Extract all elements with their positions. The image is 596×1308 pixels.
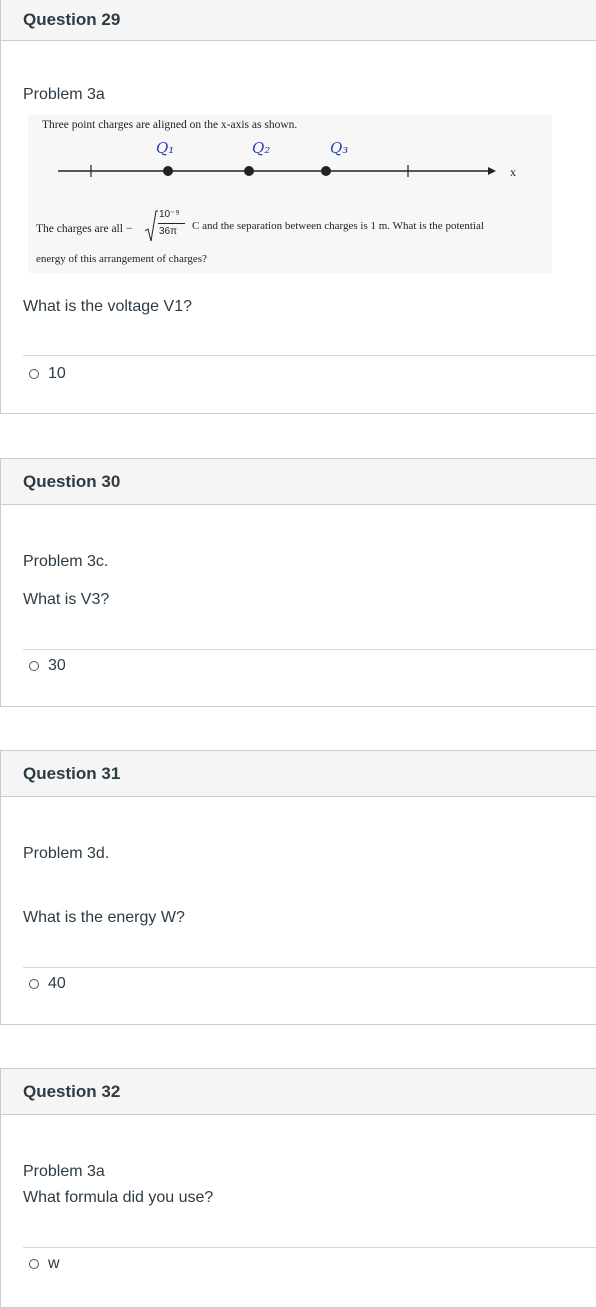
problem-figure: Three point charges are aligned on the x… bbox=[28, 115, 552, 273]
question-30: Question 30 Problem 3c. What is V3? 30 bbox=[0, 458, 596, 707]
answer-text: 30 bbox=[48, 657, 66, 674]
problem-label: Problem 3d. bbox=[23, 845, 110, 862]
question-prompt: What is V3? bbox=[23, 591, 110, 608]
charge-q2-label: Q₂ bbox=[252, 139, 271, 157]
question-32: Question 32 Problem 3a What formula did … bbox=[0, 1068, 596, 1308]
answer-option[interactable]: 10 bbox=[29, 365, 66, 383]
charge-q2-point bbox=[244, 166, 254, 176]
figure-body-line2: energy of this arrangement of charges? bbox=[36, 253, 207, 265]
radio-icon[interactable] bbox=[29, 1259, 39, 1269]
question-title: Question 32 bbox=[1, 1069, 596, 1115]
answer-divider bbox=[23, 967, 596, 968]
answer-option[interactable]: 40 bbox=[29, 975, 66, 993]
answer-text: w bbox=[48, 1255, 60, 1272]
radio-icon[interactable] bbox=[29, 369, 39, 379]
figure-body-start: The charges are all − bbox=[36, 223, 133, 235]
question-29: Question 29 Problem 3a Three point charg… bbox=[0, 0, 596, 414]
answer-divider bbox=[23, 649, 596, 650]
fraction-denominator: 36π bbox=[159, 226, 178, 237]
question-prompt: What is the energy W? bbox=[23, 909, 185, 926]
charge-q3-label: Q₃ bbox=[330, 139, 349, 157]
axis-x-label: x bbox=[510, 165, 516, 179]
radio-icon[interactable] bbox=[29, 979, 39, 989]
problem-label: Problem 3a bbox=[23, 1163, 105, 1180]
question-31: Question 31 Problem 3d. What is the ener… bbox=[0, 750, 596, 1025]
figure-intro: Three point charges are aligned on the x… bbox=[42, 119, 298, 131]
question-title: Question 31 bbox=[1, 751, 596, 797]
charge-q1-point bbox=[163, 166, 173, 176]
radio-icon[interactable] bbox=[29, 661, 39, 671]
answer-divider bbox=[23, 355, 596, 356]
problem-label: Problem 3a bbox=[23, 86, 105, 103]
question-prompt: What formula did you use? bbox=[23, 1189, 214, 1206]
x-axis-diagram bbox=[58, 165, 496, 177]
sqrt-sign bbox=[144, 210, 158, 242]
fraction-numerator: 10⁻⁹ bbox=[159, 209, 180, 220]
charge-q3-point bbox=[321, 166, 331, 176]
answer-divider bbox=[23, 1247, 596, 1248]
question-title: Question 30 bbox=[1, 459, 596, 505]
answer-option[interactable]: w bbox=[29, 1255, 60, 1273]
problem-label: Problem 3c. bbox=[23, 553, 109, 570]
figure-body-end: C and the separation between charges is … bbox=[192, 220, 484, 232]
fraction-bar bbox=[158, 223, 185, 224]
charge-q1-label: Q₁ bbox=[156, 139, 175, 157]
answer-text: 40 bbox=[48, 975, 66, 992]
question-title: Question 29 bbox=[1, 0, 596, 41]
question-prompt: What is the voltage V1? bbox=[23, 298, 192, 315]
answer-option[interactable]: 30 bbox=[29, 657, 66, 675]
answer-text: 10 bbox=[48, 365, 66, 382]
